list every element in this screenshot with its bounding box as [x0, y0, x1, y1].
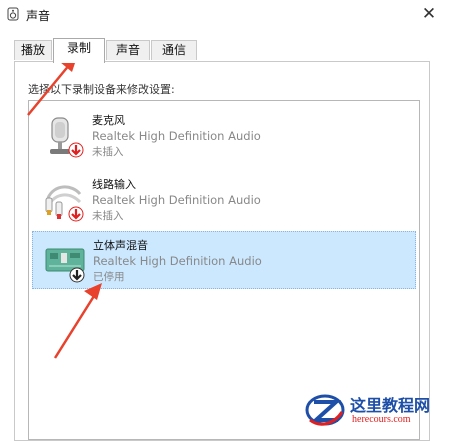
title-bar: 声音 ✕	[0, 0, 450, 30]
device-driver: Realtek High Definition Audio	[92, 129, 261, 143]
tab-label: 声音	[115, 43, 140, 57]
device-name: 线路输入	[92, 178, 136, 191]
instruction-text: 选择以下录制设备来修改设置:	[28, 83, 175, 96]
device-name: 麦克风	[92, 114, 125, 127]
tab-playback[interactable]: 播放	[14, 40, 52, 60]
tab-sounds[interactable]: 声音	[106, 40, 150, 60]
device-name: 立体声混音	[93, 239, 148, 252]
device-driver: Realtek High Definition Audio	[93, 254, 262, 268]
tab-label: 播放	[20, 43, 45, 57]
line-in-cable-icon	[45, 185, 84, 222]
red-down-arrow-badge	[68, 206, 84, 222]
device-status: 已停用	[93, 271, 125, 283]
red-down-arrow-badge	[68, 142, 84, 158]
tab-communications[interactable]: 通信	[151, 40, 197, 60]
microphone-icon	[50, 117, 84, 158]
device-item-stereo-mix[interactable]: 立体声混音 Realtek High Definition Audio 已停用	[32, 231, 416, 289]
site-logo	[305, 394, 345, 426]
device-item-microphone[interactable]: 麦克风 Realtek High Definition Audio 未插入	[32, 107, 416, 165]
black-down-arrow-badge	[69, 267, 85, 283]
watermark-url: herecours.com	[352, 414, 411, 425]
close-button[interactable]: ✕	[416, 3, 442, 25]
device-driver: Realtek High Definition Audio	[92, 193, 261, 207]
device-status: 未插入	[92, 210, 124, 222]
watermark: 这里教程网 herecours.com	[302, 388, 450, 433]
speaker-icon	[7, 7, 19, 21]
device-item-line-in[interactable]: 线路输入 Realtek High Definition Audio 未插入	[32, 171, 416, 229]
close-icon: ✕	[421, 4, 437, 24]
watermark-title: 这里教程网	[350, 396, 431, 415]
window-title: 声音	[26, 9, 51, 23]
tab-label: 录制	[66, 41, 91, 55]
tab-recording[interactable]: 录制	[53, 38, 105, 63]
circuit-board-icon	[45, 248, 85, 283]
tab-label: 通信	[161, 43, 186, 57]
device-status: 未插入	[92, 146, 124, 158]
